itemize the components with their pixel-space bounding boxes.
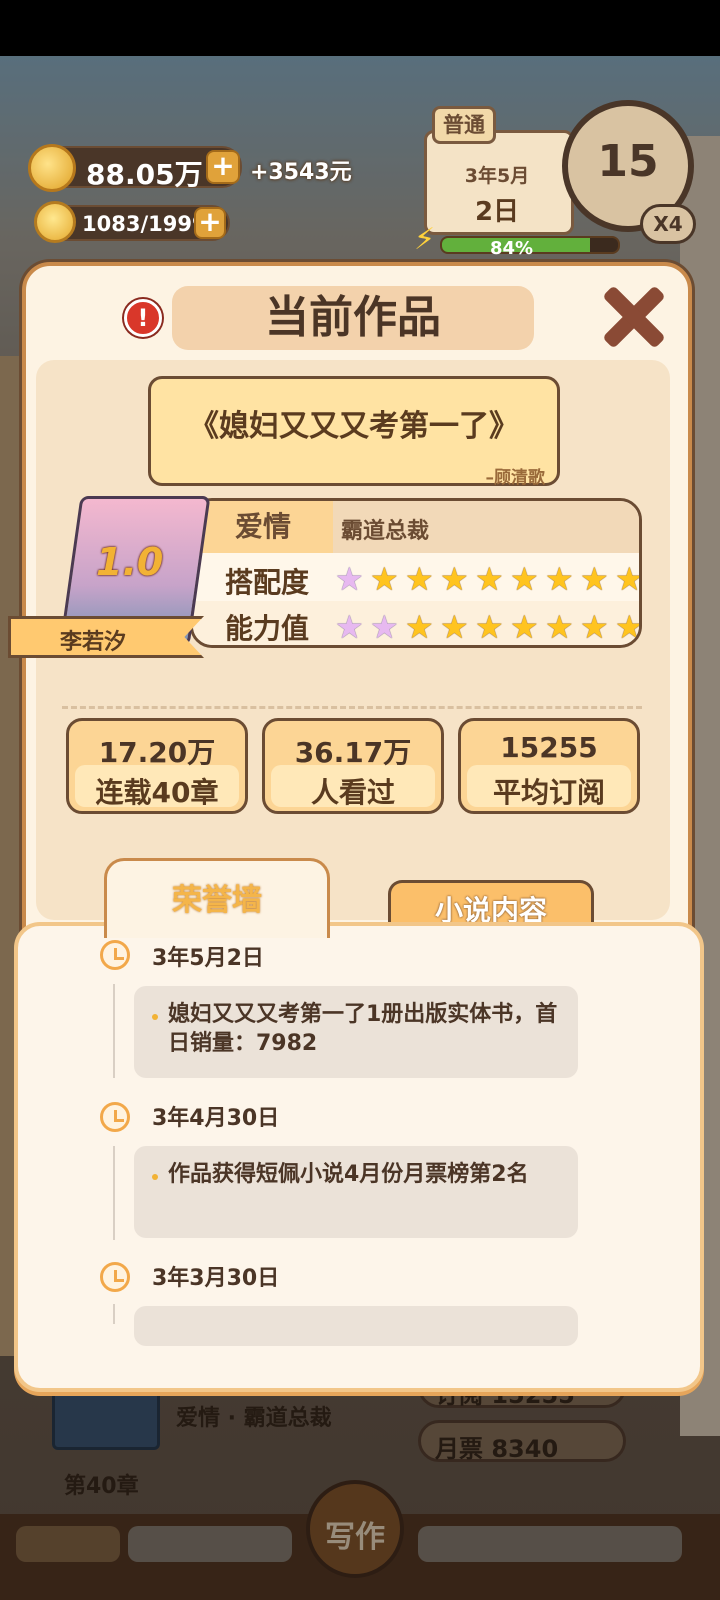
- book-score: 1.0: [96, 540, 164, 584]
- coin-counter: 88.05万 +: [28, 144, 242, 192]
- timeline-connector: [113, 1304, 115, 1324]
- gold-star-icon: ★: [580, 560, 609, 598]
- tab-honor-wall-label: 荣誉墙: [172, 883, 262, 918]
- rainbow-star-icon: ★: [335, 560, 364, 598]
- metric-readers: 36.17万 人看过: [262, 718, 444, 814]
- add-coins-button[interactable]: +: [206, 150, 240, 184]
- timeline-text: 媳妇又又又考第一了1册出版实体书，首日销量：7982: [168, 1002, 558, 1056]
- character-name: 李若汐: [60, 630, 127, 655]
- gold-star-icon: ★: [440, 608, 469, 646]
- modal-title-box: 当前作品: [172, 286, 534, 350]
- gold-star-icon: ★: [475, 608, 504, 646]
- alert-icon[interactable]: !: [124, 299, 162, 337]
- honor-wall-panel[interactable]: 3年5月2日 媳妇又又又考第一了1册出版实体书，首日销量：7982 3年4月30…: [14, 922, 704, 1392]
- ability-stars: ★ ★ ★ ★ ★ ★ ★ ★ ★: [335, 608, 642, 646]
- energy-counter: 1083/1999 +: [34, 201, 230, 243]
- modal-title: 当前作品: [265, 292, 441, 343]
- gold-star-icon: ★: [475, 560, 504, 598]
- energy-amount: 1083/1999: [82, 212, 207, 236]
- clock-icon: [100, 1262, 130, 1292]
- gold-star-icon: ★: [615, 560, 642, 598]
- stamina-progress-text: 84%: [490, 238, 534, 259]
- gold-star-icon: ★: [510, 608, 539, 646]
- gold-star-icon: ★: [580, 608, 609, 646]
- book-title: 《媳妇又又又考第一了》: [189, 409, 519, 444]
- tab-honor-wall[interactable]: 荣誉墙: [104, 858, 330, 938]
- metric-word-count: 17.20万 连载40章: [66, 718, 248, 814]
- genre-main: 爱情: [193, 501, 333, 553]
- timeline-date: 3年4月30日: [152, 1106, 280, 1131]
- match-label: 搭配度: [225, 566, 310, 599]
- book-title-box: 《媳妇又又又考第一了》 –顾清歌: [148, 376, 560, 488]
- add-energy-button[interactable]: +: [194, 207, 226, 239]
- metric-label: 平均订阅: [492, 776, 605, 809]
- gold-star-icon: ★: [440, 560, 469, 598]
- coin-gain-text: +3543元: [250, 160, 352, 185]
- clock-icon: [100, 1102, 130, 1132]
- timeline-entry: [134, 1306, 578, 1346]
- current-month: 3年5月: [464, 165, 530, 187]
- gold-star-icon: ★: [370, 560, 399, 598]
- genre-sub: 霸道总裁: [341, 519, 430, 544]
- status-bar: [0, 0, 720, 56]
- mode-tag[interactable]: 普通: [432, 106, 496, 144]
- gold-star-icon: ★: [405, 608, 434, 646]
- date-card: 3年5月 2日: [424, 130, 574, 235]
- timeline-entry: 作品获得短佩小说4月份月票榜第2名: [134, 1146, 578, 1238]
- timeline-connector: [113, 1146, 115, 1240]
- match-stars: ★ ★ ★ ★ ★ ★ ★ ★ ★: [335, 560, 642, 598]
- gold-star-icon: ★: [510, 560, 539, 598]
- timeline-entry: 媳妇又又又考第一了1册出版实体书，首日销量：7982: [134, 986, 578, 1078]
- book-stats-card: 爱情 霸道总裁 搭配度 能力值 ★ ★ ★ ★ ★ ★ ★ ★ ★ ★ ★ ★ ★ ★ ★ ★ ★ ★: [190, 498, 642, 648]
- lightbulb-icon: [34, 201, 76, 243]
- divider: [62, 706, 642, 709]
- rainbow-star-icon: ★: [335, 608, 364, 646]
- timeline-connector: [113, 984, 115, 1078]
- rainbow-star-icon: ★: [370, 608, 399, 646]
- timeline-date: 3年3月30日: [152, 1266, 280, 1291]
- metric-value: 17.20万: [98, 736, 216, 769]
- book-author: –顾清歌: [485, 468, 546, 488]
- metric-label: 连载40章: [95, 776, 219, 809]
- clock-icon: [100, 940, 130, 970]
- gold-star-icon: ★: [545, 560, 574, 598]
- bullet-dot: [152, 1174, 158, 1180]
- metric-label: 人看过: [310, 776, 395, 809]
- clock-value: 15: [597, 136, 659, 187]
- metric-value: 36.17万: [294, 736, 412, 769]
- close-button[interactable]: [598, 282, 668, 352]
- metric-value: 15255: [500, 731, 598, 764]
- gold-star-icon: ★: [545, 608, 574, 646]
- gold-star-icon: ★: [615, 608, 642, 646]
- coin-amount: 88.05万: [86, 158, 203, 191]
- current-day: 2日: [474, 197, 520, 227]
- timeline-text: 作品获得短佩小说4月份月票榜第2名: [168, 1162, 529, 1187]
- gold-star-icon: ★: [405, 560, 434, 598]
- timeline-date: 3年5月2日: [152, 946, 264, 971]
- bullet-dot: [152, 1014, 158, 1020]
- ability-label: 能力值: [225, 612, 310, 645]
- coin-icon: [28, 144, 76, 192]
- metric-subscriptions: 15255 平均订阅: [458, 718, 640, 814]
- speed-button[interactable]: X4: [640, 204, 696, 244]
